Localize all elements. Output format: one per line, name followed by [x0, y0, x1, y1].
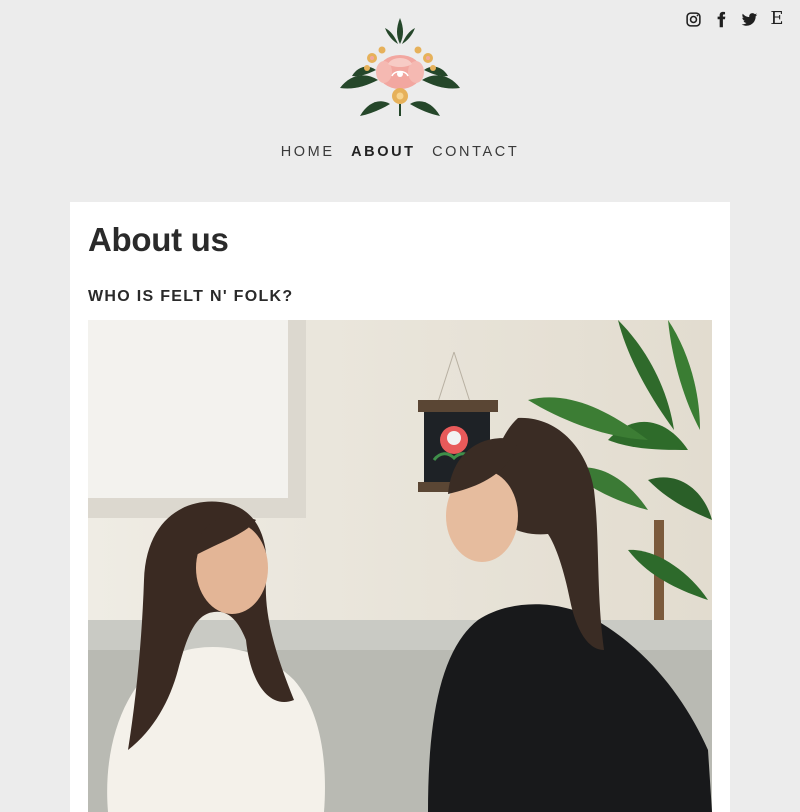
- team-photo: [88, 320, 712, 812]
- page-title: About us: [88, 221, 229, 258]
- instagram-icon[interactable]: [684, 10, 702, 28]
- content-card: About us WHO IS FELT N' FOLK?: [70, 202, 730, 812]
- facebook-icon[interactable]: [712, 10, 730, 28]
- section-subtitle: WHO IS FELT N' FOLK?: [88, 288, 294, 305]
- main-nav: HOME ABOUT CONTACT: [0, 143, 800, 161]
- nav-contact[interactable]: CONTACT: [432, 144, 519, 160]
- nav-about[interactable]: ABOUT: [351, 144, 416, 160]
- felt-n-folk-logo[interactable]: [338, 16, 462, 120]
- etsy-icon[interactable]: E: [768, 10, 786, 28]
- nav-home[interactable]: HOME: [281, 144, 335, 160]
- social-links: E: [684, 10, 786, 28]
- twitter-icon[interactable]: [740, 10, 758, 28]
